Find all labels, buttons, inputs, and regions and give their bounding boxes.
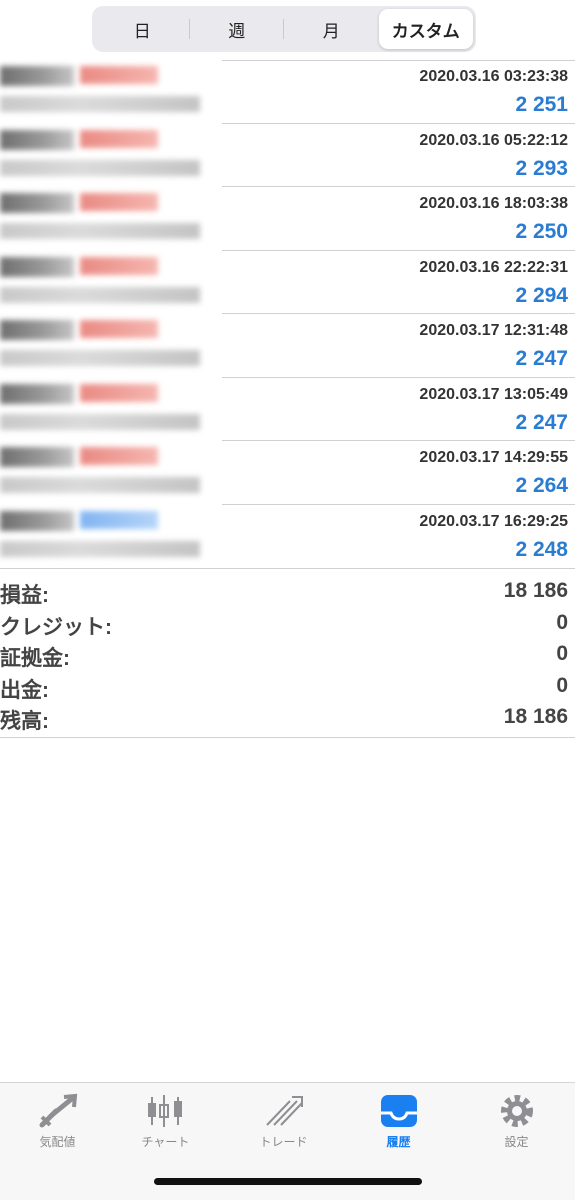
blurred-deal-type (80, 129, 158, 148)
summary-value: 18 186 (503, 705, 568, 728)
tab-history[interactable]: 履歴 (341, 1083, 456, 1163)
summary-profit: 損益: 18 186 (0, 575, 575, 607)
tab-label: 履歴 (386, 1135, 411, 1149)
blurred-deal-type (80, 193, 158, 211)
deal-time: 2020.03.17 14:29:55 (419, 449, 568, 466)
deal-profit: 2 264 (515, 474, 568, 497)
tab-label: 設定 (504, 1135, 529, 1149)
deal-row[interactable]: 2020.03.17 16:29:25 2 248 (0, 505, 575, 569)
blurred-symbol (0, 510, 74, 531)
deal-time: 2020.03.17 12:31:48 (419, 322, 568, 339)
deal-row[interactable]: 2020.03.16 05:22:12 2 293 (0, 124, 575, 187)
deal-time: 2020.03.17 16:29:25 (419, 512, 568, 530)
settings-icon (500, 1095, 533, 1127)
deal-time: 2020.03.16 05:22:12 (419, 131, 568, 149)
deal-time: 2020.03.17 13:05:49 (419, 385, 568, 403)
segment-day[interactable]: 日 (95, 9, 190, 49)
quotes-icon (39, 1093, 77, 1128)
blurred-deal-details (0, 413, 200, 430)
blurred-deal-type (80, 383, 158, 402)
blurred-deal-details (0, 96, 200, 112)
deal-row[interactable]: 2020.03.17 12:31:48 2 247 (0, 314, 575, 378)
history-icon (380, 1095, 417, 1127)
summary-label: 証拠金: (0, 647, 70, 670)
deal-row[interactable]: 2020.03.16 22:22:31 2 294 (0, 251, 575, 314)
tab-trade[interactable]: トレード (226, 1083, 341, 1163)
deal-profit: 2 294 (515, 283, 568, 307)
tab-settings[interactable]: 設定 (459, 1083, 574, 1163)
deal-row[interactable]: 2020.03.16 03:23:38 2 251 (0, 60, 575, 124)
summary-withdrawal: 出金: 0 (0, 670, 575, 702)
blurred-symbol (0, 320, 74, 340)
deal-row[interactable]: 2020.03.17 13:05:49 2 247 (0, 378, 575, 441)
summary-value: 0 (556, 673, 568, 697)
summary-value: 0 (556, 610, 568, 634)
home-indicator[interactable] (154, 1178, 422, 1185)
segment-week[interactable]: 週 (190, 9, 285, 49)
deal-row[interactable]: 2020.03.16 18:03:38 2 250 (0, 187, 575, 251)
summary-credit: クレジット: 0 (0, 607, 575, 639)
deal-profit: 2 250 (515, 220, 568, 243)
blurred-deal-details (0, 159, 200, 176)
summary-balance: 残高: 18 186 (0, 701, 575, 733)
tab-label: 気配値 (39, 1135, 76, 1149)
deal-time: 2020.03.16 03:23:38 (419, 68, 568, 85)
summary-bottom-divider (0, 737, 575, 738)
blurred-symbol (0, 383, 74, 404)
blurred-deal-details (0, 223, 200, 239)
blurred-deal-details (0, 350, 200, 366)
deal-time: 2020.03.16 22:22:31 (419, 258, 568, 276)
deal-row[interactable]: 2020.03.17 14:29:55 2 264 (0, 441, 575, 505)
blurred-deal-type (80, 510, 158, 529)
account-summary: 損益: 18 186 クレジット: 0 証拠金: 0 出金: 0 残高: 18 … (0, 575, 575, 733)
deal-profit: 2 247 (515, 410, 568, 434)
blurred-deal-details (0, 477, 200, 493)
blurred-deal-type (80, 256, 158, 275)
summary-label: 損益: (0, 584, 49, 607)
blurred-deal-type (80, 320, 158, 338)
summary-value: 18 186 (503, 579, 568, 602)
segment-custom[interactable]: カスタム (378, 9, 473, 49)
deal-time: 2020.03.16 18:03:38 (419, 195, 568, 212)
chart-icon (147, 1095, 182, 1127)
blurred-symbol (0, 447, 74, 467)
deal-profit: 2 293 (515, 156, 568, 180)
history-list: 2020.03.16 03:23:38 2 251 2020.03.16 05:… (0, 60, 575, 568)
blurred-symbol (0, 129, 74, 150)
trade-icon (265, 1096, 303, 1126)
tab-chart[interactable]: チャート (108, 1083, 223, 1163)
segment-month[interactable]: 月 (284, 9, 379, 49)
summary-top-divider (0, 568, 575, 569)
blurred-deal-details (0, 286, 200, 303)
blurred-symbol (0, 66, 74, 86)
summary-value: 0 (556, 642, 568, 665)
tab-quotes[interactable]: 気配値 (0, 1083, 115, 1163)
deal-profit: 2 247 (515, 347, 568, 370)
blurred-deal-type (80, 447, 158, 465)
blurred-symbol (0, 193, 74, 213)
summary-label: 出金: (0, 678, 49, 702)
deal-profit: 2 248 (515, 537, 568, 561)
blurred-deal-type (80, 66, 158, 84)
period-segmented-control: 日 週 月 カスタム (92, 6, 476, 52)
blurred-deal-details (0, 540, 200, 557)
tab-label: チャート (141, 1135, 190, 1149)
deal-profit: 2 251 (515, 93, 568, 116)
blurred-symbol (0, 256, 74, 277)
tab-label: トレード (259, 1135, 308, 1149)
summary-label: 残高: (0, 710, 49, 733)
summary-margin: 証拠金: 0 (0, 638, 575, 670)
summary-label: クレジット: (0, 615, 112, 639)
